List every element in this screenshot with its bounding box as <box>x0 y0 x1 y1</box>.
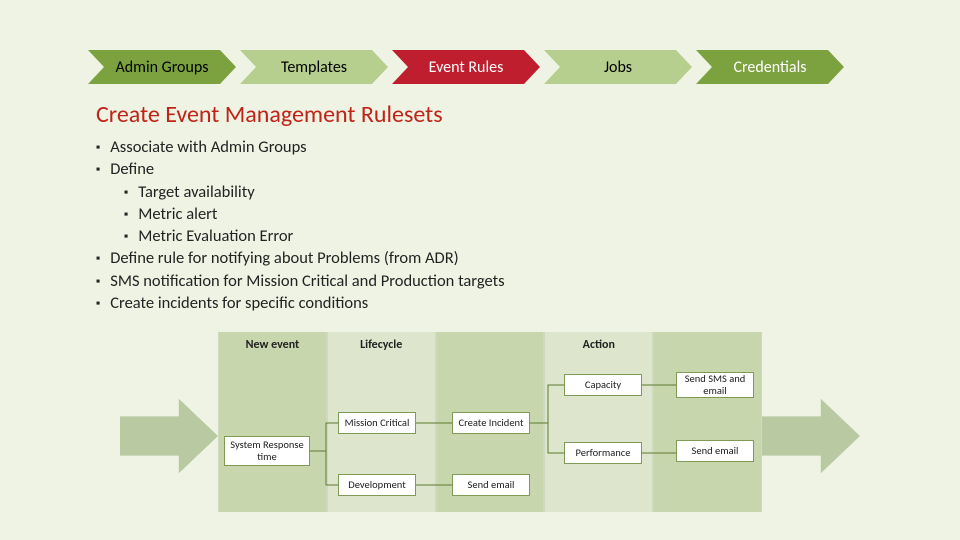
flow-diagram: New event Lifecycle Action System Respon… <box>120 332 860 512</box>
list-item: Associate with Admin Groups <box>96 136 505 158</box>
list-item: Create incidents for specific conditions <box>96 292 505 314</box>
page-title: Create Event Management Rulesets <box>96 100 443 129</box>
breadcrumb-step: Jobs <box>544 50 692 84</box>
diagram-column <box>653 332 762 512</box>
breadcrumb-step: Admin Groups <box>88 50 236 84</box>
arrow-right-icon <box>120 398 218 474</box>
node-capacity: Capacity <box>564 374 642 396</box>
breadcrumb-step: Credentials <box>696 50 844 84</box>
list-item: Define rule for notifying about Problems… <box>96 247 505 269</box>
column-header <box>654 332 761 358</box>
node-development: Development <box>338 474 416 496</box>
node-create-incident: Create Incident <box>452 412 530 434</box>
list-item: Define <box>96 158 505 180</box>
node-send-email: Send email <box>452 474 530 496</box>
breadcrumb-step: Event Rules <box>392 50 540 84</box>
diagram-columns: New event Lifecycle Action System Respon… <box>218 332 762 512</box>
bullet-list: Associate with Admin Groups Define Targe… <box>96 136 505 314</box>
list-item: Target availability <box>124 181 505 203</box>
column-header: New event <box>219 332 326 358</box>
list-item: Metric alert <box>124 203 505 225</box>
diagram-column: New event <box>218 332 327 512</box>
column-header <box>437 332 544 358</box>
breadcrumb: Admin Groups Templates Event Rules Jobs … <box>88 50 844 84</box>
node-performance: Performance <box>564 442 642 464</box>
node-system-response: System Response time <box>224 436 310 466</box>
breadcrumb-step: Templates <box>240 50 388 84</box>
arrow-right-icon <box>762 398 860 474</box>
column-header: Lifecycle <box>328 332 435 358</box>
list-item: SMS notification for Mission Critical an… <box>96 270 505 292</box>
node-send-email: Send email <box>676 440 754 462</box>
column-header: Action <box>545 332 652 358</box>
list-item: Metric Evaluation Error <box>124 225 505 247</box>
diagram-column: Action <box>544 332 653 512</box>
node-send-sms-email: Send SMS and email <box>676 372 754 398</box>
node-mission-critical: Mission Critical <box>338 412 416 434</box>
